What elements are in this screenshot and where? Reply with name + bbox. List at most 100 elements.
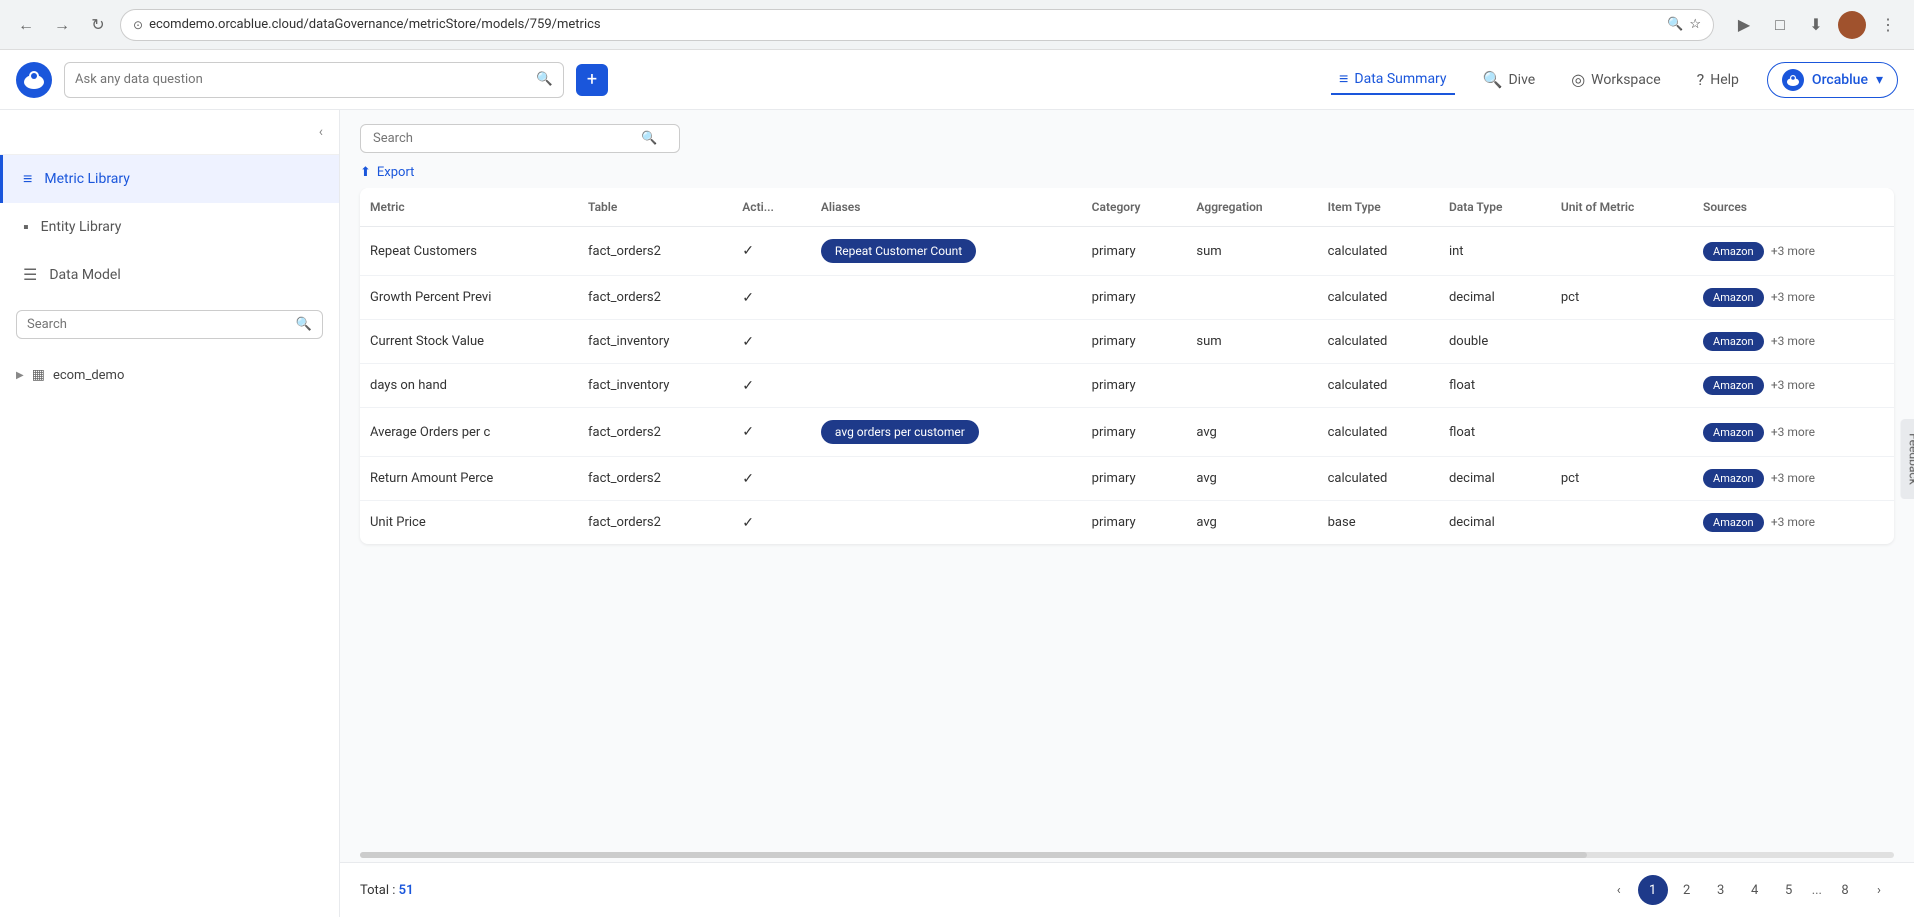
tree-item-label: ecom_demo <box>53 368 124 383</box>
menu-btn[interactable]: ⋮ <box>1874 11 1902 39</box>
extension2-btn[interactable]: □ <box>1766 11 1794 39</box>
scroll-thumb <box>360 852 1587 858</box>
cell-data-type: decimal <box>1439 501 1551 545</box>
download-btn[interactable]: ⬇ <box>1802 11 1830 39</box>
nav-workspace-label: Workspace <box>1591 72 1661 88</box>
export-button[interactable]: ⬆ Export <box>360 165 414 180</box>
cell-aggregation <box>1186 276 1317 320</box>
cell-alias[interactable]: Repeat Customer Count <box>811 227 1082 276</box>
more-sources[interactable]: +3 more <box>1771 471 1815 485</box>
source-badge[interactable]: Amazon <box>1703 332 1764 351</box>
back-button[interactable]: ← <box>12 11 40 39</box>
address-bar[interactable]: ⊙ ecomdemo.orcablue.cloud/dataGovernance… <box>120 9 1714 41</box>
cell-unit: pct <box>1551 276 1693 320</box>
header-search-icon[interactable]: 🔍 <box>536 72 553 87</box>
nav-workspace[interactable]: ◎ Workspace <box>1563 66 1668 93</box>
sidebar-search-input[interactable] <box>27 317 290 332</box>
sidebar-item-entity-library[interactable]: ▪ Entity Library <box>0 203 339 251</box>
pagination-page-4[interactable]: 4 <box>1740 875 1770 905</box>
source-badge[interactable]: Amazon <box>1703 423 1764 442</box>
pagination-page-1[interactable]: 1 <box>1638 875 1668 905</box>
pagination-page-3[interactable]: 3 <box>1706 875 1736 905</box>
extension-btn[interactable]: ▶ <box>1730 11 1758 39</box>
orcablue-button[interactable]: Orcablue ▾ <box>1767 62 1898 98</box>
active-check: ✓ <box>742 515 754 531</box>
reload-button[interactable]: ↻ <box>84 11 112 39</box>
source-badge[interactable]: Amazon <box>1703 242 1764 261</box>
cell-alias[interactable] <box>811 276 1082 320</box>
more-sources[interactable]: +3 more <box>1771 378 1815 392</box>
search-icon: 🔍 <box>1667 17 1683 32</box>
nav-data-summary[interactable]: ≡ Data Summary <box>1331 65 1455 95</box>
cell-table: fact_orders2 <box>578 227 732 276</box>
tree-item-ecom-demo[interactable]: ▶ ▦ ecom_demo <box>0 359 339 391</box>
cell-data-type: float <box>1439 364 1551 408</box>
cell-data-type: float <box>1439 408 1551 457</box>
more-sources[interactable]: +3 more <box>1771 244 1815 258</box>
sidebar-item-data-model[interactable]: ☰ Data Model <box>0 251 339 298</box>
col-aggregation: Aggregation <box>1186 188 1317 227</box>
content-search-input[interactable] <box>373 131 633 146</box>
cell-table: fact_orders2 <box>578 501 732 545</box>
content-search-bar[interactable]: 🔍 <box>360 124 680 153</box>
cell-item-type: calculated <box>1318 276 1439 320</box>
cell-item-type: calculated <box>1318 364 1439 408</box>
cell-alias[interactable]: avg orders per customer <box>811 408 1082 457</box>
cell-metric: Growth Percent Previ <box>360 276 578 320</box>
cell-alias[interactable] <box>811 457 1082 501</box>
cell-metric: Unit Price <box>360 501 578 545</box>
collapse-sidebar-button[interactable]: ‹ <box>315 120 327 144</box>
total-text: Total : <box>360 883 399 898</box>
more-sources[interactable]: +3 more <box>1771 515 1815 529</box>
cell-active: ✓ <box>732 408 811 457</box>
source-badge[interactable]: Amazon <box>1703 288 1764 307</box>
profile-avatar[interactable] <box>1838 11 1866 39</box>
pagination-page-8[interactable]: 8 <box>1830 875 1860 905</box>
nav-help[interactable]: ? Help <box>1689 66 1747 93</box>
col-unit: Unit of Metric <box>1551 188 1693 227</box>
nav-dive[interactable]: 🔍 Dive <box>1475 66 1544 93</box>
alias-badge[interactable]: Repeat Customer Count <box>821 239 976 263</box>
forward-button[interactable]: → <box>48 11 76 39</box>
sidebar-item-metric-library-label: Metric Library <box>44 171 130 187</box>
cell-aggregation: sum <box>1186 320 1317 364</box>
source-badge[interactable]: Amazon <box>1703 469 1764 488</box>
cell-alias[interactable] <box>811 501 1082 545</box>
cell-source: Amazon +3 more <box>1693 364 1894 408</box>
cell-aggregation: avg <box>1186 408 1317 457</box>
cell-alias[interactable] <box>811 364 1082 408</box>
sidebar-item-metric-library[interactable]: ≡ Metric Library <box>0 155 339 203</box>
header-search-bar[interactable]: 🔍 <box>64 62 564 98</box>
orcablue-logo[interactable] <box>16 62 52 98</box>
header-nav: ≡ Data Summary 🔍 Dive ◎ Workspace ? Help… <box>620 62 1898 98</box>
cell-source: Amazon +3 more <box>1693 320 1894 364</box>
source-badge[interactable]: Amazon <box>1703 513 1764 532</box>
col-metric: Metric <box>360 188 578 227</box>
pagination-prev[interactable]: ‹ <box>1604 875 1634 905</box>
col-aliases: Aliases <box>811 188 1082 227</box>
sidebar-search-bar[interactable]: 🔍 <box>16 310 323 339</box>
horizontal-scrollbar[interactable] <box>340 848 1914 862</box>
alias-badge[interactable]: avg orders per customer <box>821 420 979 444</box>
pagination-next[interactable]: › <box>1864 875 1894 905</box>
total-label: Total : 51 <box>360 883 414 898</box>
app-header: 🔍 + ≡ Data Summary 🔍 Dive ◎ Workspace ? … <box>0 50 1914 110</box>
pagination-ellipsis: ... <box>1808 883 1826 898</box>
more-sources[interactable]: +3 more <box>1771 290 1815 304</box>
cell-unit <box>1551 364 1693 408</box>
source-badge[interactable]: Amazon <box>1703 376 1764 395</box>
cell-aggregation: avg <box>1186 457 1317 501</box>
col-item-type: Item Type <box>1318 188 1439 227</box>
data-model-icon: ☰ <box>23 265 37 284</box>
more-sources[interactable]: +3 more <box>1771 334 1815 348</box>
header-search-input[interactable] <box>75 72 528 87</box>
add-button[interactable]: + <box>576 64 608 96</box>
feedback-tab[interactable]: Feedback <box>1901 419 1914 499</box>
tree-expand-icon: ▶ <box>16 370 24 381</box>
more-sources[interactable]: +3 more <box>1771 425 1815 439</box>
pagination-page-5[interactable]: 5 <box>1774 875 1804 905</box>
cell-source: Amazon +3 more <box>1693 227 1894 276</box>
cell-active: ✓ <box>732 457 811 501</box>
cell-alias[interactable] <box>811 320 1082 364</box>
pagination-page-2[interactable]: 2 <box>1672 875 1702 905</box>
